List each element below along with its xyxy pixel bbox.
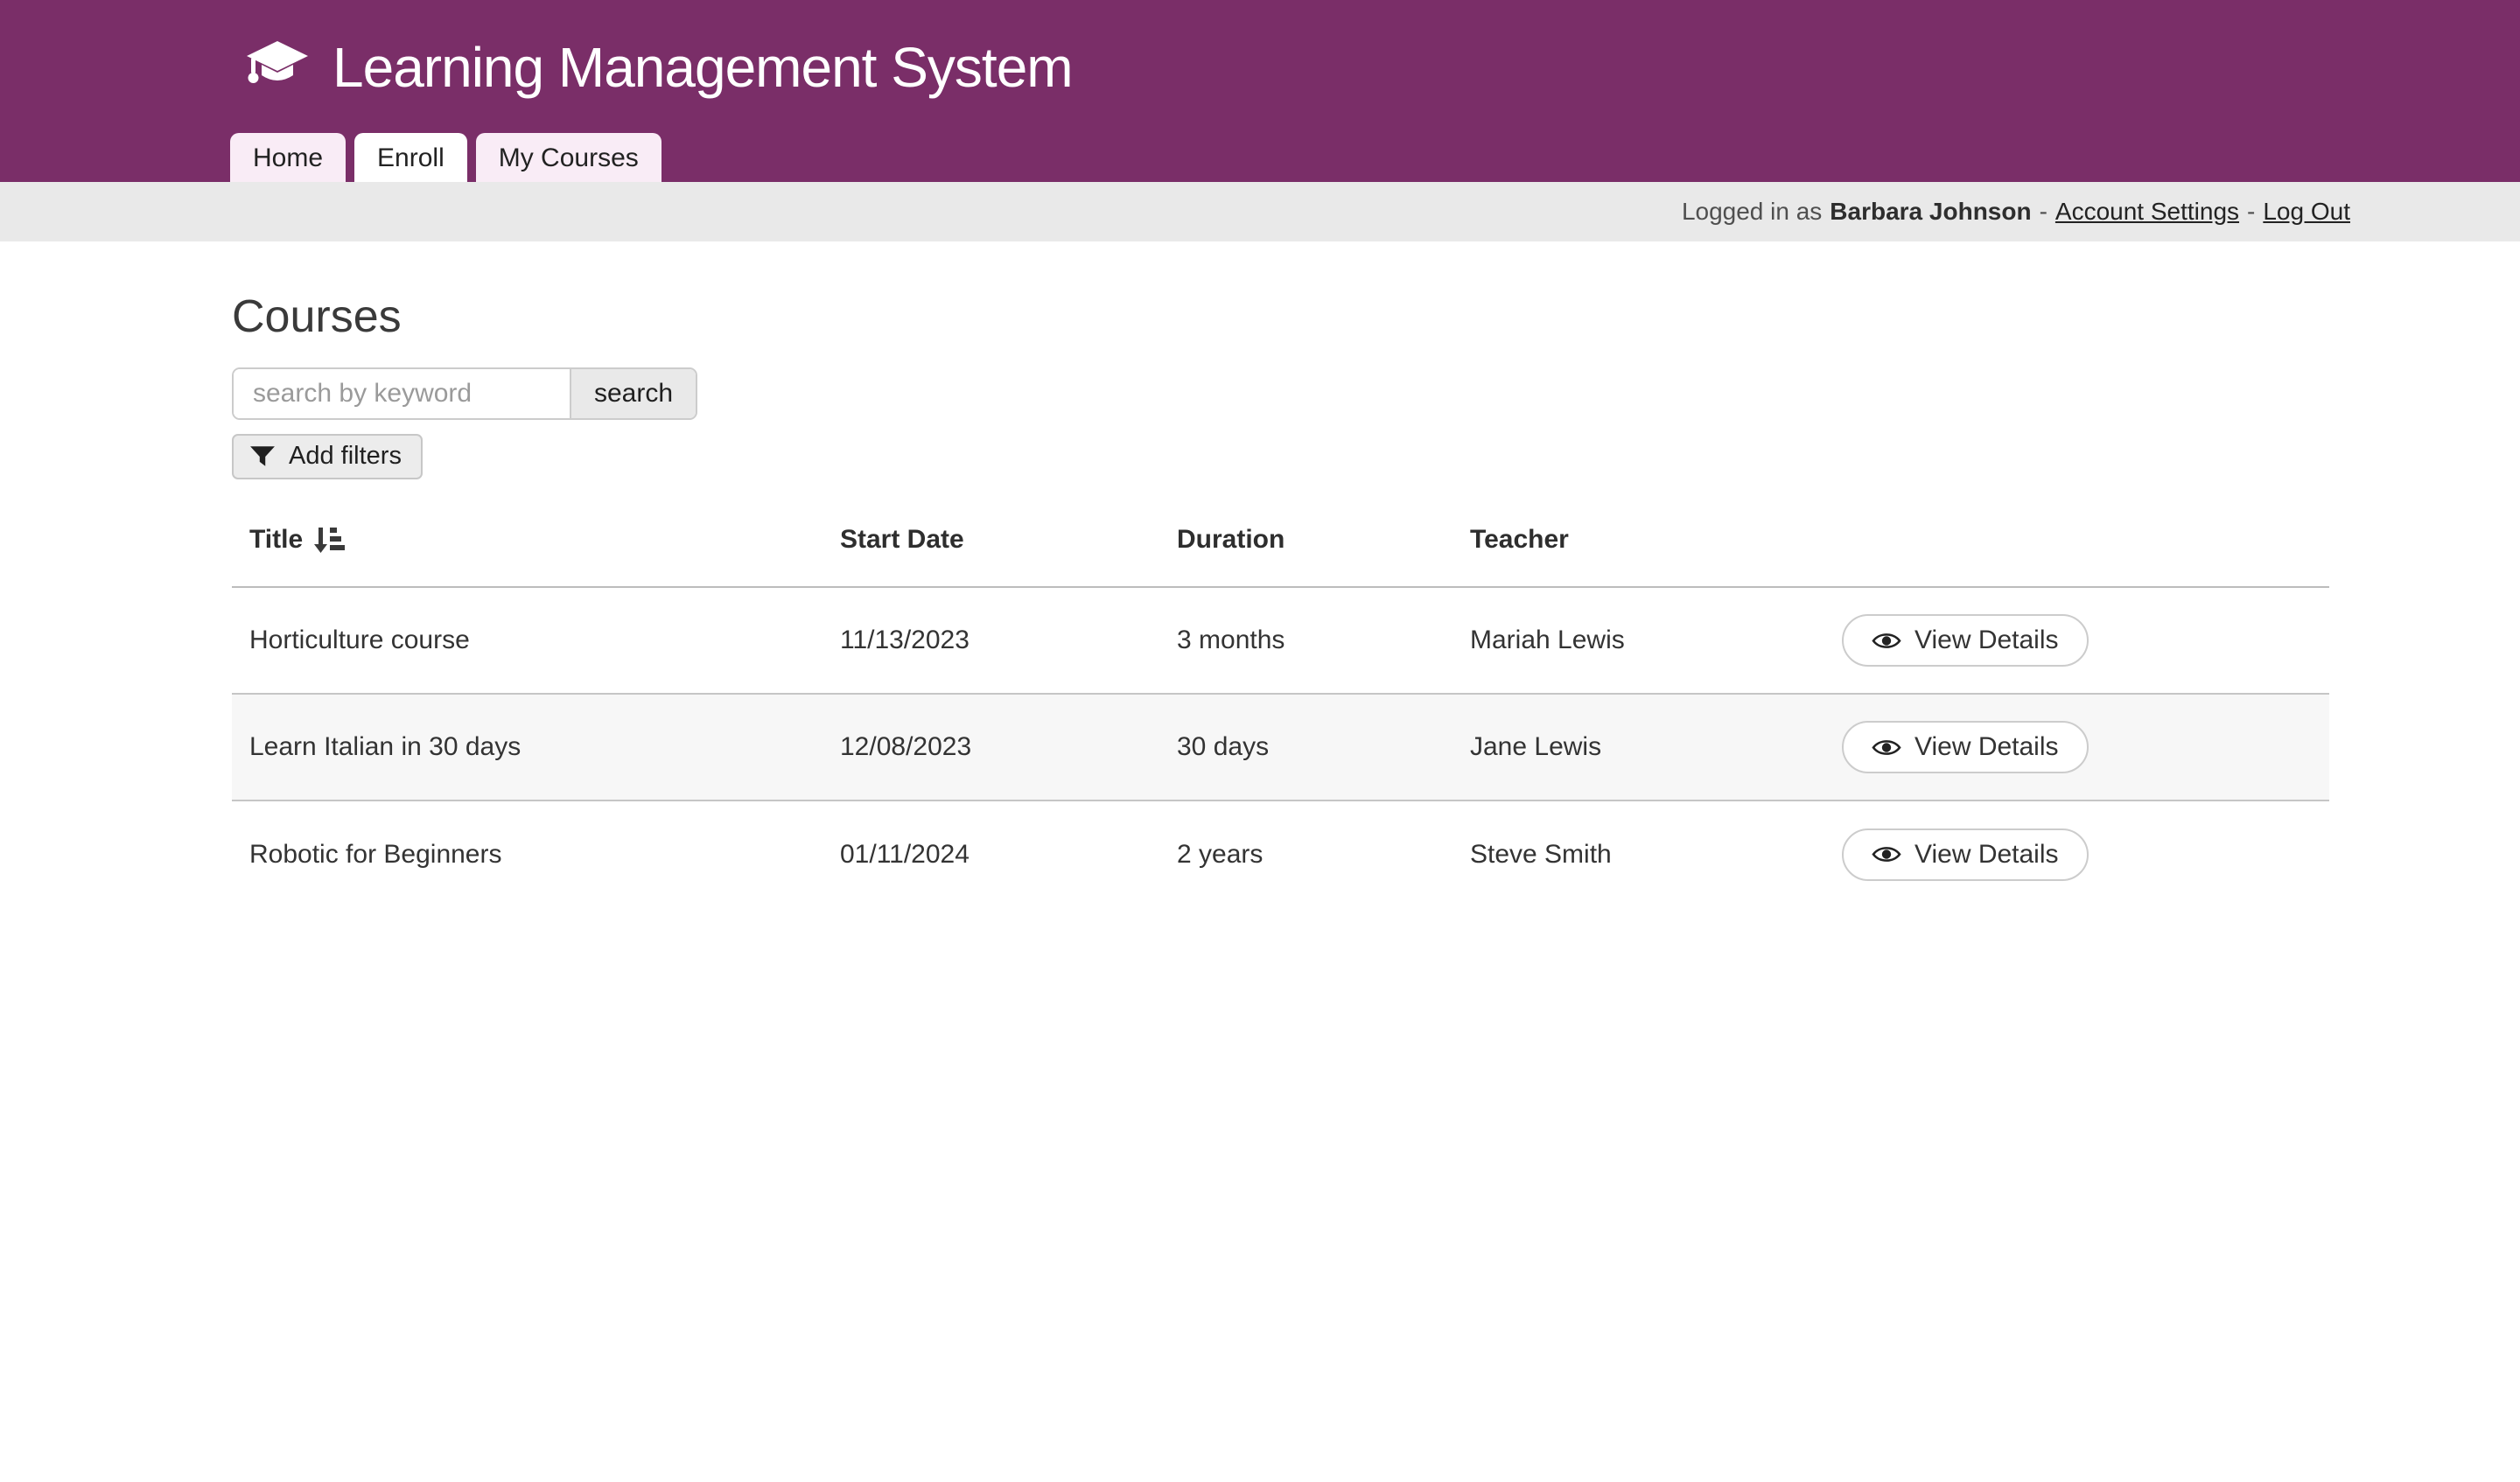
course-duration: 2 years <box>1159 800 1452 907</box>
view-details-button[interactable]: View Details <box>1842 721 2089 773</box>
column-header-start-date: Start Date <box>822 516 1159 587</box>
logged-in-text: Logged in as <box>1682 198 1822 226</box>
session-bar: Logged in as Barbara Johnson - Account S… <box>0 182 2520 241</box>
course-title: Horticulture course <box>232 587 822 694</box>
filter-icon <box>249 444 276 468</box>
course-teacher: Mariah Lewis <box>1452 587 1824 694</box>
view-details-button[interactable]: View Details <box>1842 828 2089 881</box>
course-start-date: 11/13/2023 <box>822 587 1159 694</box>
course-start-date: 01/11/2024 <box>822 800 1159 907</box>
sort-amount-down-icon <box>313 527 345 554</box>
separator: - <box>2040 198 2048 226</box>
column-header-actions <box>1824 516 2329 587</box>
user-name: Barbara Johnson <box>1830 198 2031 226</box>
app-title: Learning Management System <box>332 35 1073 100</box>
column-header-duration: Duration <box>1159 516 1452 587</box>
log-out-link[interactable]: Log Out <box>2263 198 2350 226</box>
page-title: Courses <box>232 290 2329 343</box>
eye-icon <box>1872 630 1901 652</box>
view-details-button[interactable]: View Details <box>1842 614 2089 667</box>
course-teacher: Jane Lewis <box>1452 694 1824 800</box>
course-start-date: 12/08/2023 <box>822 694 1159 800</box>
course-title: Learn Italian in 30 days <box>232 694 822 800</box>
column-header-teacher: Teacher <box>1452 516 1824 587</box>
course-duration: 30 days <box>1159 694 1452 800</box>
tab-home[interactable]: Home <box>230 133 346 182</box>
eye-icon <box>1872 843 1901 865</box>
search-group: search <box>232 367 697 420</box>
main-nav: Home Enroll My Courses <box>230 133 662 182</box>
column-header-title[interactable]: Title <box>232 516 822 587</box>
graduation-cap-icon <box>245 39 310 95</box>
main-content: Courses search Add filters Title <box>0 290 2520 907</box>
course-duration: 3 months <box>1159 587 1452 694</box>
course-row: Robotic for Beginners 01/11/2024 2 years… <box>232 800 2329 907</box>
app-header: Learning Management System Home Enroll M… <box>0 0 2520 182</box>
tab-my-courses[interactable]: My Courses <box>476 133 662 182</box>
course-row: Horticulture course 11/13/2023 3 months … <box>232 587 2329 694</box>
add-filters-label: Add filters <box>289 442 402 471</box>
brand: Learning Management System <box>245 35 1073 100</box>
course-row: Learn Italian in 30 days 12/08/2023 30 d… <box>232 694 2329 800</box>
search-input[interactable] <box>234 369 570 418</box>
search-button[interactable]: search <box>570 369 696 418</box>
courses-table: Title Start Date Duration Teacher <box>232 516 2329 907</box>
separator: - <box>2247 198 2255 226</box>
add-filters-button[interactable]: Add filters <box>232 434 423 479</box>
course-teacher: Steve Smith <box>1452 800 1824 907</box>
eye-icon <box>1872 737 1901 758</box>
tab-enroll[interactable]: Enroll <box>354 133 467 182</box>
table-header-row: Title Start Date Duration Teacher <box>232 516 2329 587</box>
account-settings-link[interactable]: Account Settings <box>2055 198 2239 226</box>
course-title: Robotic for Beginners <box>232 800 822 907</box>
